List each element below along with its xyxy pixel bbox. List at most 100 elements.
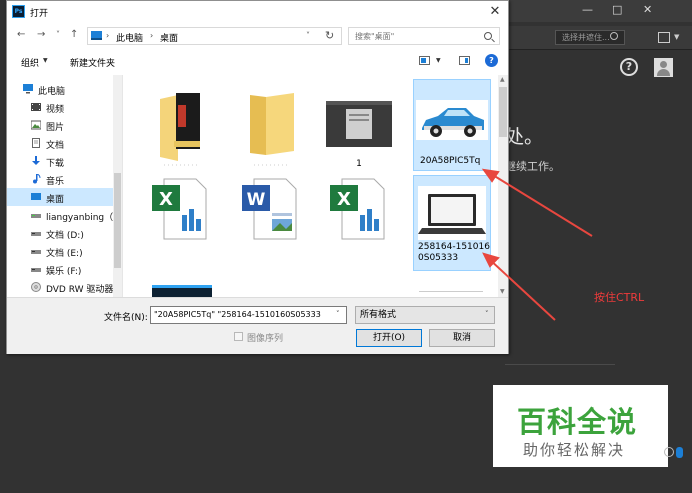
scroll-down-icon[interactable]: ▼ [500, 288, 505, 295]
cancel-button[interactable]: 取消 [429, 329, 495, 347]
sidebar-item-label: 文档 [46, 141, 65, 151]
preview-pane-icon[interactable] [459, 56, 470, 65]
help-button[interactable]: ? [485, 54, 498, 67]
sidebar-item-drive-e[interactable]: 文档 (E:) [7, 242, 113, 260]
sidebar-scroll-thumb[interactable] [114, 173, 121, 268]
chevron-down-icon[interactable]: ▼ [674, 33, 679, 41]
close-button[interactable]: ✕ [485, 2, 505, 22]
new-folder-button[interactable]: 新建文件夹 [70, 56, 115, 69]
organize-button[interactable]: 组织 [21, 56, 39, 69]
forward-arrow-icon[interactable]: → [37, 30, 45, 40]
watermark-logo: 百科全说 助你轻松解决 [493, 385, 668, 467]
photoshop-welcome-heading: 处。 [505, 126, 544, 148]
image-sequence-checkbox[interactable] [234, 332, 243, 341]
photoshop-welcome-subtext: 继续工作。 [505, 160, 560, 173]
photoshop-close-button[interactable]: ✕ [643, 4, 652, 16]
dialog-footer: 文件名(N): "20A58PIC5Tq" "258164-1510160S05… [7, 297, 508, 354]
sidebar-item-videos[interactable]: 视频 [7, 98, 113, 116]
laptop-image-thumbnail [418, 186, 486, 240]
excel-file-icon: X [330, 178, 385, 240]
help-icon[interactable]: ? [620, 58, 638, 76]
sidebar-item-drive-d[interactable]: 文档 (D:) [7, 224, 113, 242]
photoshop-app-icon: Ps [12, 5, 25, 18]
refresh-icon[interactable]: ↻ [325, 29, 334, 42]
svg-text:W: W [247, 190, 266, 210]
sidebar-scrollbar[interactable] [113, 75, 122, 297]
file-item-partial[interactable] [152, 285, 212, 297]
svg-text:X: X [337, 189, 351, 210]
up-arrow-icon[interactable]: ↑ [70, 30, 78, 40]
breadcrumb-desktop[interactable]: 桌面 [160, 31, 178, 44]
dvd-icon [31, 282, 41, 292]
breadcrumb-this-pc[interactable]: 此电脑 [116, 31, 143, 44]
breadcrumb-separator: › [150, 31, 154, 40]
download-icon [32, 156, 40, 165]
file-item-laptop-image[interactable]: 258164-151016 0S05333 [413, 175, 491, 271]
search-icon[interactable] [484, 32, 492, 40]
chevron-down-icon[interactable]: ˅ [336, 310, 340, 318]
filename-input[interactable]: "20A58PIC5Tq" "258164-1510160S05333 [150, 306, 347, 324]
file-item-folder-docs[interactable] [146, 81, 216, 169]
car-image-thumbnail [416, 100, 488, 140]
sidebar-item-downloads[interactable]: 下载 [7, 152, 113, 170]
sidebar-item-documents[interactable]: 文档 [7, 134, 113, 152]
search-input[interactable] [349, 28, 479, 44]
minimize-button[interactable]: — [582, 4, 593, 16]
desktop-icon [31, 193, 41, 200]
annotation-hold-ctrl: 按住CTRL [594, 291, 645, 304]
sidebar-item-music[interactable]: 音乐 [7, 170, 113, 188]
sidebar-item-drive-f[interactable]: 娱乐 (F:) [7, 260, 113, 278]
excel-file-icon: X [152, 178, 207, 240]
chevron-down-icon[interactable]: ▼ [43, 57, 48, 64]
address-bar[interactable]: › 此电脑 › 桌面 ˅ ↻ [87, 27, 342, 45]
file-item-excel-1[interactable]: X [146, 173, 216, 243]
sidebar-item-desktop[interactable]: 桌面 [7, 188, 113, 206]
drive-icon [31, 268, 41, 272]
sidebar-item-label: 图片 [46, 123, 65, 133]
command-bar: 组织 ▼ 新建文件夹 ▼ ? [7, 51, 508, 73]
sidebar-item-label: 此电脑 [38, 87, 66, 97]
pc-icon [91, 31, 102, 40]
sidebar-item-dvd-drive[interactable]: DVD RW 驱动器 [7, 278, 113, 296]
sidebar-item-this-pc[interactable]: 此电脑 [7, 80, 113, 98]
photoshop-title-bar: — □ ✕ [500, 0, 692, 22]
file-list-scrollbar[interactable]: ▲ ▼ [498, 75, 508, 297]
sidebar-item-label: 娱乐 (F:) [46, 267, 82, 277]
change-view-icon[interactable] [419, 56, 430, 65]
open-button[interactable]: 打开(O) [356, 329, 422, 347]
sidebar-item-user-folder[interactable]: liangyanbing（ [7, 206, 113, 224]
back-arrow-icon[interactable]: ← [17, 30, 25, 40]
recent-locations-chevron-icon[interactable]: ˅ [56, 30, 60, 40]
file-item-folder[interactable] [236, 81, 306, 169]
dialog-title: 打开 [30, 9, 49, 19]
file-item-car-image[interactable]: 20A58PIC5Tq [413, 79, 491, 171]
file-list-scroll-thumb[interactable] [499, 87, 507, 137]
sidebar-item-label: 视频 [46, 105, 65, 115]
sidebar-item-label: 文档 (E:) [46, 249, 83, 259]
chevron-down-icon[interactable]: ▼ [436, 57, 441, 64]
sidebar-item-pictures[interactable]: 图片 [7, 116, 113, 134]
workspace-icon[interactable] [658, 32, 670, 43]
scroll-up-icon[interactable]: ▲ [500, 76, 505, 83]
drive-icon [31, 250, 41, 254]
file-item-screenshot[interactable]: 1 [324, 81, 394, 169]
maximize-button[interactable]: □ [612, 4, 622, 16]
navigation-pane: 此电脑 视频 图片 文档 下载 音乐 桌面 liangyanbing（ 文档 (… [7, 75, 123, 297]
address-dropdown-icon[interactable]: ˅ [306, 31, 310, 40]
pc-icon [23, 84, 33, 94]
screenshot-thumbnail [326, 101, 392, 147]
document-icon [32, 138, 40, 148]
sidebar-item-label: 文档 (D:) [46, 231, 84, 241]
watermark-title: 百科全说 [517, 405, 638, 439]
file-item-excel-2[interactable]: X [324, 173, 394, 243]
user-avatar-icon[interactable] [654, 58, 673, 77]
file-type-select[interactable]: 所有格式 [355, 306, 495, 324]
search-box[interactable] [348, 27, 500, 45]
file-item-label: 258164-151016 0S05333 [418, 242, 490, 264]
microphone-icon [676, 447, 683, 458]
image-sequence-label: 图像序列 [247, 334, 284, 344]
chevron-down-icon[interactable]: ˅ [485, 310, 489, 318]
dialog-title-bar: Ps 打开 ✕ [7, 1, 508, 23]
file-item-word[interactable]: W [236, 173, 306, 243]
search-icon[interactable] [610, 32, 618, 40]
